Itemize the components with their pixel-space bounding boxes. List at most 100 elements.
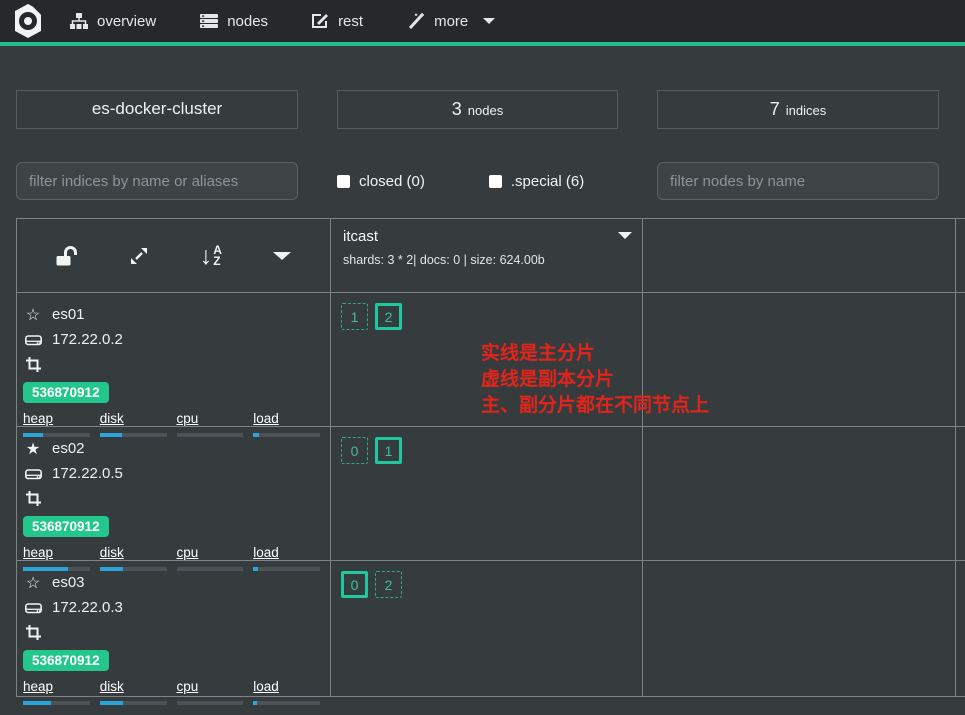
- nav-item-more[interactable]: more: [407, 13, 495, 30]
- node-name[interactable]: es02: [52, 440, 85, 457]
- cerebro-logo-icon[interactable]: [10, 3, 46, 39]
- stat-label-cpu: cpu: [177, 679, 199, 694]
- node-ip: 172.22.0.2: [52, 331, 123, 348]
- node-row-es03: ☆ es03 172.22.0.3 536870912 heap disk cp…: [17, 561, 331, 697]
- shard-box[interactable]: 0: [341, 437, 368, 464]
- crop-icon[interactable]: [23, 625, 43, 640]
- sort-alpha-down-icon[interactable]: ↓ A Z: [200, 245, 222, 267]
- stat-label-heap: heap: [23, 411, 53, 426]
- nav-item-overview[interactable]: overview: [70, 13, 156, 30]
- cluster-name-box: es-docker-cluster: [16, 90, 298, 129]
- sliver-cell: [956, 561, 965, 697]
- header-empty-cell: [643, 219, 956, 293]
- annotation-line: 主、副分片都在不同节点上: [481, 393, 709, 419]
- heap-max-badge: 536870912: [23, 650, 109, 671]
- sitemap-icon: [70, 13, 88, 29]
- pencil-square-icon: [312, 13, 329, 29]
- shard-annotation-text: 实线是主分片 虚线是副本分片 主、副分片都在不同节点上: [481, 341, 709, 419]
- node-name[interactable]: es03: [52, 574, 85, 591]
- annotation-line: 实线是主分片: [481, 341, 709, 367]
- table-header-controls: ↓ A Z: [17, 219, 331, 293]
- nav-label-nodes: nodes: [227, 13, 268, 30]
- disk-bar: [100, 701, 167, 705]
- node-ip: 172.22.0.3: [52, 599, 123, 616]
- stat-label-load: load: [253, 545, 279, 560]
- sliver-cell: [956, 427, 965, 561]
- index-filter-checkboxes: closed (0) .special (6): [337, 173, 618, 190]
- expand-arrows-icon[interactable]: [129, 246, 149, 266]
- annotation-line: 虚线是副本分片: [481, 367, 709, 393]
- index-name[interactable]: itcast: [343, 228, 630, 245]
- node-name[interactable]: es01: [52, 306, 85, 323]
- closed-checkbox-pair: closed (0): [337, 173, 425, 190]
- header-sliver-cell: [956, 219, 965, 293]
- navbar: overview nodes rest more: [0, 0, 965, 46]
- filter-nodes-input[interactable]: [657, 162, 939, 200]
- nav-item-rest[interactable]: rest: [312, 13, 363, 30]
- empty-cell: [643, 561, 956, 697]
- shard-box[interactable]: 0: [341, 571, 368, 598]
- star-icon: ☆: [23, 305, 43, 325]
- nav-item-nodes[interactable]: nodes: [200, 13, 268, 30]
- shard-cell-es03: 0 2: [331, 561, 643, 697]
- chevron-down-icon: [483, 18, 495, 24]
- stat-label-disk: disk: [100, 545, 124, 560]
- empty-cell: [643, 427, 956, 561]
- shard-box[interactable]: 2: [375, 303, 402, 330]
- special-checkbox-pair: .special (6): [489, 173, 584, 190]
- closed-checkbox-label: closed (0): [359, 173, 425, 190]
- hdd-icon: [23, 467, 43, 481]
- cluster-name: es-docker-cluster: [92, 99, 222, 119]
- stat-label-cpu: cpu: [177, 545, 199, 560]
- filter-row: closed (0) .special (6): [16, 162, 965, 200]
- heap-bar: [23, 701, 90, 705]
- heap-max-badge: 536870912: [23, 382, 109, 403]
- node-stats: heap disk cpu load: [23, 678, 320, 705]
- star-icon: ★: [23, 439, 43, 459]
- crop-icon[interactable]: [23, 357, 43, 372]
- stat-label-disk: disk: [100, 679, 124, 694]
- shard-box[interactable]: 1: [375, 437, 402, 464]
- shard-box[interactable]: 1: [341, 303, 368, 330]
- nav-label-overview: overview: [97, 13, 156, 30]
- nav-label-rest: rest: [338, 13, 363, 30]
- load-bar: [253, 701, 320, 705]
- crop-icon[interactable]: [23, 491, 43, 506]
- server-list-icon: [200, 13, 218, 29]
- node-row-es01: ☆ es01 172.22.0.2 536870912 heap disk cp…: [17, 293, 331, 427]
- hdd-icon: [23, 333, 43, 347]
- sliver-cell: [956, 293, 965, 427]
- node-ip: 172.22.0.5: [52, 465, 123, 482]
- shard-cell-es02: 0 1: [331, 427, 643, 561]
- overview-table: ↓ A Z itcast shards: 3 * 2| docs: 0 | si…: [16, 218, 965, 697]
- nodes-count-label: nodes: [468, 103, 503, 118]
- shard-box[interactable]: 2: [375, 571, 402, 598]
- node-row-es02: ★ es02 172.22.0.5 536870912 heap disk cp…: [17, 427, 331, 561]
- indices-count: 7: [770, 99, 780, 120]
- caret-down-icon[interactable]: [273, 252, 291, 260]
- heap-max-badge: 536870912: [23, 516, 109, 537]
- magic-wand-icon: [407, 13, 425, 29]
- index-column-header: itcast shards: 3 * 2| docs: 0 | size: 62…: [331, 219, 643, 293]
- stat-label-disk: disk: [100, 411, 124, 426]
- unlock-icon[interactable]: [56, 246, 78, 266]
- special-checkbox[interactable]: [489, 175, 502, 188]
- indices-count-label: indices: [786, 103, 826, 118]
- hdd-icon: [23, 601, 43, 615]
- cluster-summary: es-docker-cluster 3 nodes 7 indices: [16, 90, 965, 129]
- closed-checkbox[interactable]: [337, 175, 350, 188]
- stat-label-cpu: cpu: [177, 411, 199, 426]
- index-caret-down-icon[interactable]: [618, 232, 632, 239]
- filter-indices-input[interactable]: [16, 162, 298, 200]
- nav-label-more: more: [434, 13, 468, 30]
- stat-label-heap: heap: [23, 545, 53, 560]
- cpu-bar: [177, 701, 244, 705]
- stat-label-load: load: [253, 411, 279, 426]
- stat-label-heap: heap: [23, 679, 53, 694]
- indices-count-box: 7 indices: [657, 90, 939, 129]
- star-icon: ☆: [23, 573, 43, 593]
- nodes-count-box: 3 nodes: [337, 90, 618, 129]
- index-meta: shards: 3 * 2| docs: 0 | size: 624.00b: [343, 253, 630, 267]
- stat-label-load: load: [253, 679, 279, 694]
- nodes-count: 3: [452, 99, 462, 120]
